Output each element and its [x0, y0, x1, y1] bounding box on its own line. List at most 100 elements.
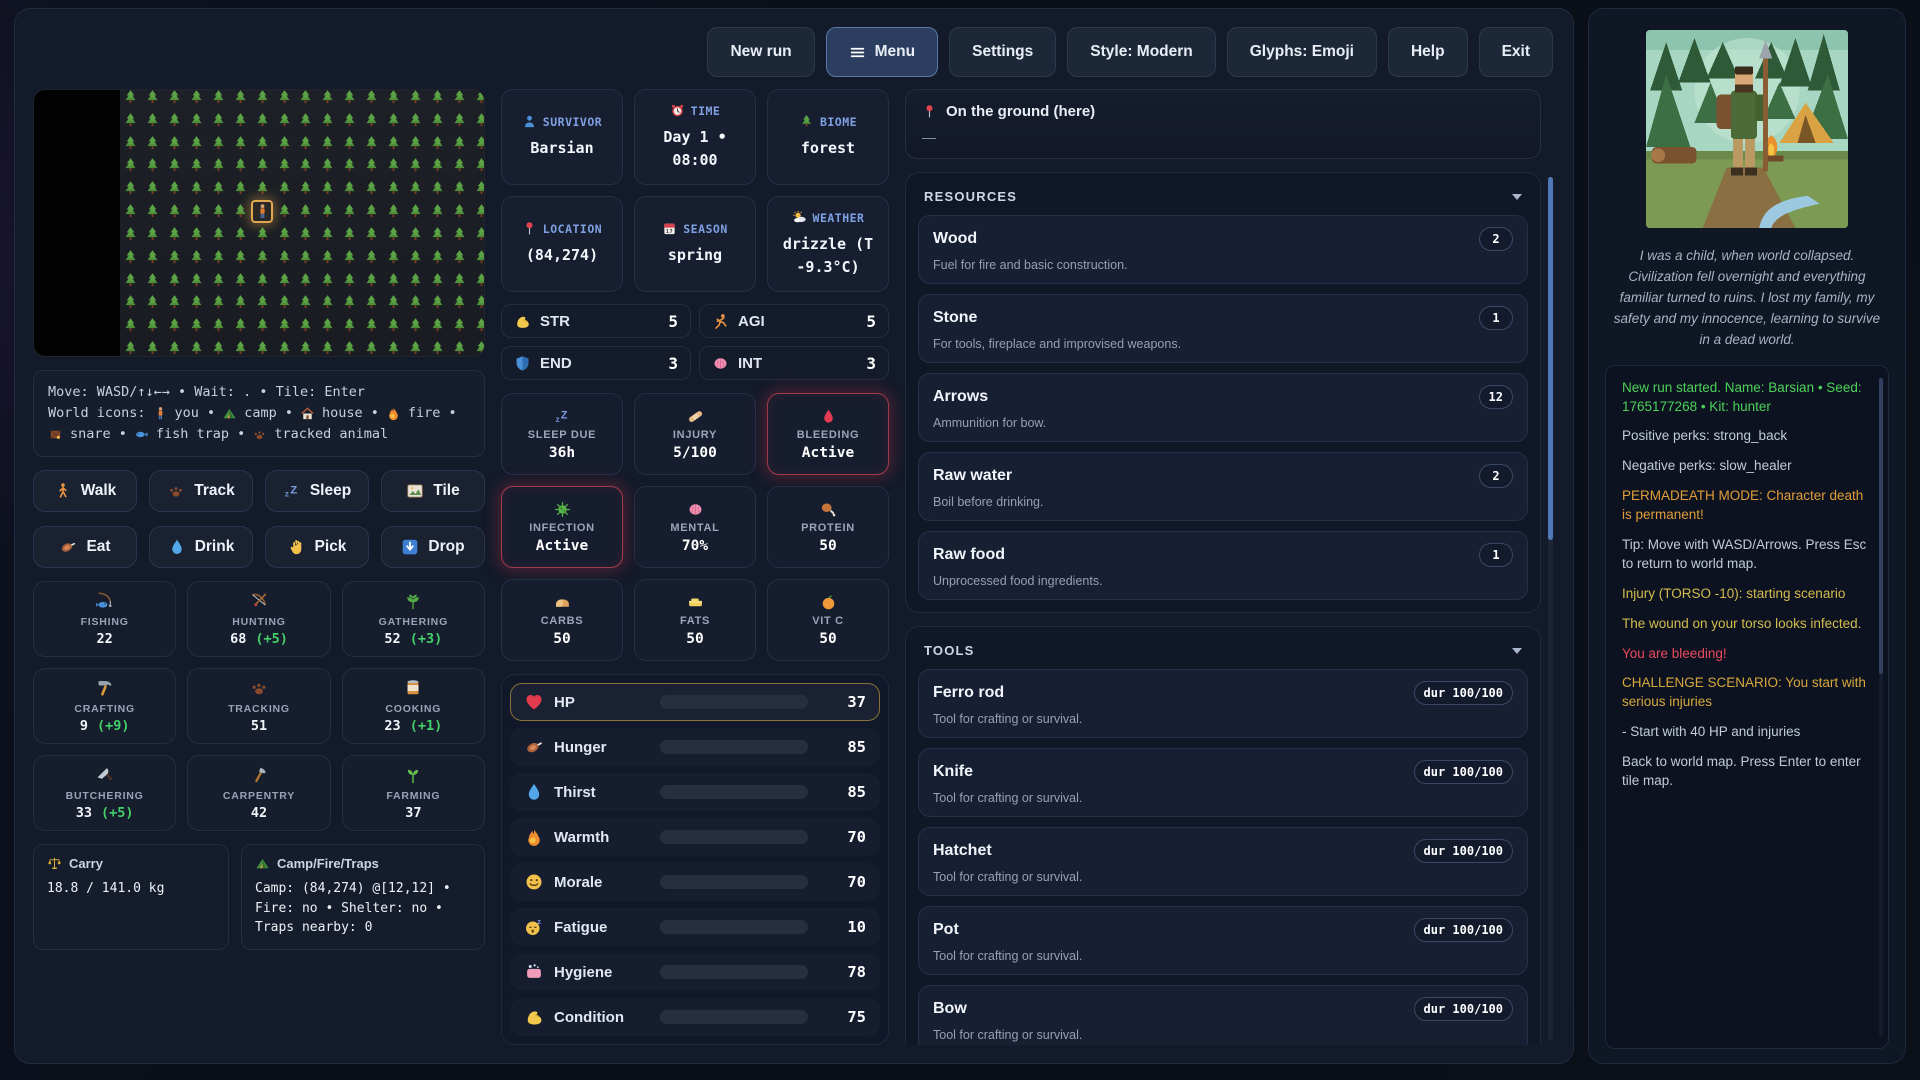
log-scrollbar[interactable] — [1879, 378, 1883, 1036]
log-message: - Start with 40 HP and injuries — [1622, 723, 1868, 742]
nav-button[interactable]: Help — [1388, 27, 1468, 77]
tree-tile — [470, 200, 485, 223]
action-button[interactable]: Tile — [381, 470, 485, 512]
tree-tile — [448, 109, 470, 132]
vital-bar-row: HP 37 — [510, 683, 880, 721]
action-button[interactable]: Drop — [381, 526, 485, 568]
nav-button[interactable]: New run — [707, 27, 814, 77]
ground-scroll-area[interactable]: RESOURCES Wood 2 F — [905, 172, 1541, 1045]
resources-header[interactable]: RESOURCES — [918, 185, 1528, 215]
skill-icon — [249, 765, 269, 785]
resources-section: RESOURCES Wood 2 F — [905, 172, 1541, 613]
action-button[interactable]: zZ Sleep — [265, 470, 369, 512]
vital-bar-row: z Fatigue 10 — [510, 908, 880, 946]
info-card-label: TIME — [691, 104, 721, 118]
tree-tile — [229, 292, 251, 315]
status-tile-icon — [820, 501, 837, 518]
tool-durability-badge: dur 100/100 — [1414, 918, 1513, 942]
tree-tile — [142, 292, 164, 315]
tree-tile — [426, 200, 448, 223]
svg-text:z: z — [537, 917, 541, 926]
action-button[interactable]: Track — [149, 470, 253, 512]
vital-label: Morale — [554, 874, 644, 891]
nav-button[interactable]: Style: Modern — [1067, 27, 1215, 77]
snare-icon — [48, 427, 63, 442]
skill-label: CARPENTRY — [223, 790, 295, 802]
tool-item[interactable]: Pot dur 100/100 Tool for crafting or sur… — [918, 906, 1528, 975]
action-button[interactable]: Eat — [33, 526, 137, 568]
tree-tile — [470, 246, 485, 269]
log-message: You are bleeding! — [1622, 645, 1868, 664]
vital-bar-track — [660, 1010, 808, 1024]
svg-text:z: z — [555, 414, 559, 423]
log-scrollbar-thumb[interactable] — [1879, 378, 1883, 674]
tree-tile — [317, 246, 339, 269]
info-card-value: forest — [801, 137, 855, 160]
info-card-icon — [670, 103, 685, 118]
tree-tile — [404, 246, 426, 269]
tree-tile — [186, 337, 208, 357]
skill-icon — [403, 591, 423, 611]
resource-item[interactable]: Stone 1 For tools, fireplace and improvi… — [918, 294, 1528, 363]
tree-tile — [383, 200, 405, 223]
legend-text: you • — [175, 403, 216, 424]
tree-tile — [120, 292, 142, 315]
tree-tile — [295, 314, 317, 337]
legend-text: World icons: — [48, 403, 146, 424]
tree-tile — [470, 177, 485, 200]
tree-tile — [426, 177, 448, 200]
tree-tile — [383, 314, 405, 337]
info-card-icon: 17 — [662, 221, 677, 236]
tool-description: Tool for crafting or survival. — [933, 791, 1513, 805]
action-button[interactable]: Drink — [149, 526, 253, 568]
skill-value: 9 — [80, 718, 88, 734]
vital-value: 10 — [824, 918, 866, 936]
legend-text: Move: WASD/↑↓←→ • Wait: . • Tile: Enter — [48, 382, 365, 403]
vital-bar-track — [660, 830, 808, 844]
nav-button[interactable]: Exit — [1479, 27, 1553, 77]
tree-tile — [273, 200, 295, 223]
ground-scrollbar[interactable] — [1548, 177, 1553, 1041]
tool-item[interactable]: Bow dur 100/100 Tool for crafting or sur… — [918, 985, 1528, 1045]
tools-header[interactable]: TOOLS — [918, 639, 1528, 669]
svg-text:17: 17 — [666, 229, 673, 235]
skill-label: COOKING — [385, 703, 441, 715]
carry-title: Carry — [69, 856, 103, 871]
event-log[interactable]: New run started. Name: Barsian • Seed: 1… — [1605, 365, 1889, 1049]
status-tile-value: 5/100 — [673, 445, 717, 461]
resource-item[interactable]: Raw food 1 Unprocessed food ingredients. — [918, 531, 1528, 600]
tile-map[interactable] — [33, 89, 485, 357]
tree-tile — [295, 177, 317, 200]
info-card-value: spring — [668, 244, 722, 267]
tree-tile — [361, 109, 383, 132]
tool-item[interactable]: Hatchet dur 100/100 Tool for crafting or… — [918, 827, 1528, 896]
tree-tile — [208, 269, 230, 292]
resource-item[interactable]: Arrows 12 Ammunition for bow. — [918, 373, 1528, 442]
skill-value: 22 — [97, 631, 113, 647]
tent-icon — [222, 406, 237, 421]
tree-tile — [251, 269, 273, 292]
skill-cell: TRACKING 51 — [187, 668, 330, 744]
resource-item[interactable]: Wood 2 Fuel for fire and basic construct… — [918, 215, 1528, 284]
status-tile-value: 50 — [553, 631, 570, 647]
tools-section: TOOLS Ferro rod dur 100/100 — [905, 626, 1541, 1045]
action-button[interactable]: Pick — [265, 526, 369, 568]
info-card-icon — [792, 210, 807, 225]
tree-tile — [186, 292, 208, 315]
action-button[interactable]: Walk — [33, 470, 137, 512]
nav-button[interactable]: Settings — [949, 27, 1056, 77]
log-message: Positive perks: strong_back — [1622, 427, 1868, 446]
character-backstory: I was a child, when world collapsed. Civ… — [1607, 246, 1887, 351]
action-button-label: Walk — [81, 482, 117, 500]
resource-count-badge: 1 — [1479, 306, 1513, 330]
tree-tile — [426, 314, 448, 337]
tool-item[interactable]: Knife dur 100/100 Tool for crafting or s… — [918, 748, 1528, 817]
ground-scrollbar-thumb[interactable] — [1548, 177, 1553, 540]
resource-item[interactable]: Raw water 2 Boil before drinking. — [918, 452, 1528, 521]
vital-icon — [524, 827, 544, 847]
tree-tile — [339, 177, 361, 200]
nav-button[interactable]: Menu — [826, 27, 938, 77]
tool-name: Bow — [933, 1000, 967, 1018]
tool-item[interactable]: Ferro rod dur 100/100 Tool for crafting … — [918, 669, 1528, 738]
nav-button[interactable]: Glyphs: Emoji — [1227, 27, 1377, 77]
